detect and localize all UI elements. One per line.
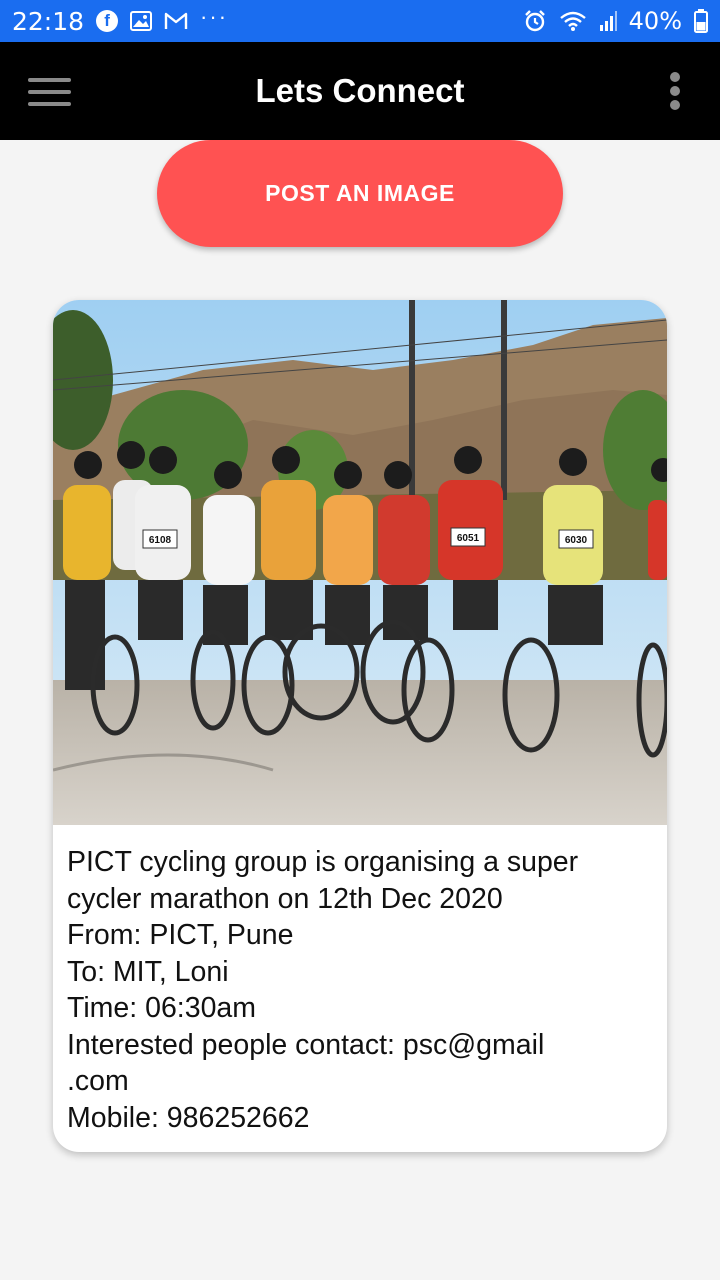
post-text-line: PICT cycling group is organising a super <box>67 846 579 878</box>
signal-icon <box>599 10 617 32</box>
post-text-line: Mobile: 986252662 <box>67 1101 310 1134</box>
status-bar: 22:18 f ··· 40% <box>0 0 720 42</box>
cycling-group-photo: 6108 6051 6030 <box>53 300 667 825</box>
more-notifications-icon: ··· <box>200 4 229 29</box>
gmail-icon <box>164 12 188 30</box>
wifi-icon <box>559 10 587 32</box>
app-bar: Lets Connect <box>0 42 720 140</box>
post-text-line: To: MIT, Loni <box>67 955 229 988</box>
post-image-button[interactable]: POST AN IMAGE <box>157 140 563 247</box>
battery-percentage: 40% <box>628 7 682 35</box>
facebook-icon: f <box>96 10 119 32</box>
bib-number: 6030 <box>565 535 588 546</box>
app-title: Lets Connect <box>255 72 465 109</box>
status-right: 40% <box>523 7 708 35</box>
overflow-menu-icon[interactable] <box>670 72 680 110</box>
gallery-icon <box>130 11 153 31</box>
status-time: 22:18 <box>12 6 85 36</box>
status-left: 22:18 f ··· <box>12 4 229 36</box>
post-text-line: cycler marathon on 12th Dec 2020 <box>67 882 503 915</box>
bib-number: 6108 <box>149 535 172 546</box>
post-text-line: From: PICT, Pune <box>67 919 294 951</box>
bib-number: 6051 <box>457 533 480 544</box>
post-card[interactable]: 6108 6051 6030 PICT cycling group is org… <box>53 300 667 1152</box>
battery-icon <box>694 9 708 33</box>
post-text-line: Interested people contact: psc@gmail <box>67 1028 545 1061</box>
post-text-line: Time: 06:30am <box>67 992 257 1024</box>
post-description: PICT cycling group is organising a super… <box>67 844 657 1136</box>
hamburger-menu-icon[interactable] <box>28 78 71 106</box>
post-text-line: .com <box>67 1065 129 1097</box>
alarm-icon <box>523 9 547 33</box>
